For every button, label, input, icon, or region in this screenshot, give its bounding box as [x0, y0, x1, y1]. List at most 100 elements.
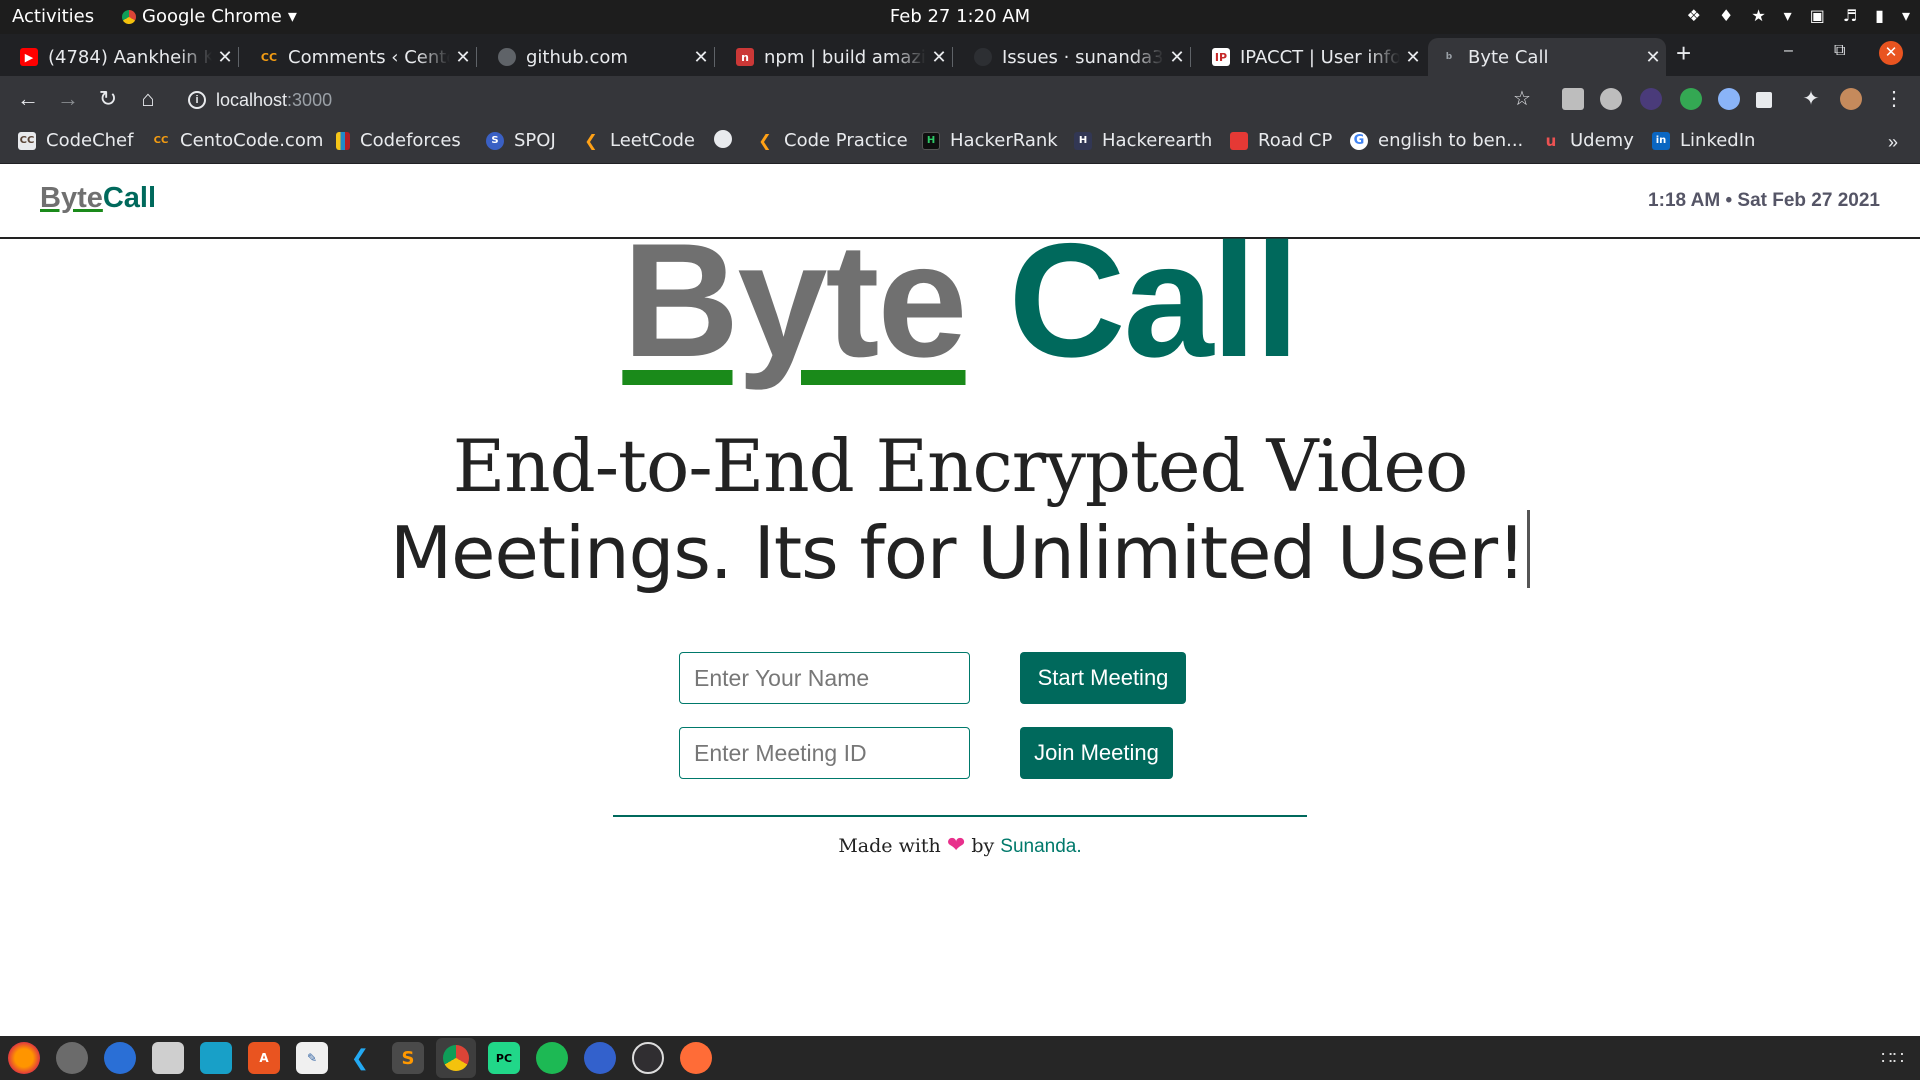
close-icon[interactable]: ✕ — [1164, 47, 1190, 68]
avatar[interactable] — [1840, 88, 1862, 110]
url-host: localhost — [216, 89, 288, 110]
thunderbird-icon[interactable] — [104, 1042, 136, 1074]
tab-centocode[interactable]: CC Comments ‹ Cento ✕ — [248, 38, 477, 76]
bookmark-road-cp[interactable]: Road CP — [1230, 130, 1332, 151]
meeting-id-input[interactable] — [679, 727, 970, 779]
close-icon[interactable]: ✕ — [688, 47, 714, 68]
battery-icon[interactable]: ▮ — [1875, 6, 1884, 25]
vscode-icon[interactable]: ❮ — [344, 1042, 376, 1074]
close-icon[interactable]: ✕ — [926, 47, 952, 68]
author-link[interactable]: Sunanda. — [1000, 836, 1081, 857]
timeshift-icon[interactable] — [56, 1042, 88, 1074]
lightning-extension-icon[interactable] — [1600, 88, 1622, 110]
tab-byte-call[interactable]: b Byte Call ✕ — [1428, 38, 1666, 76]
bookmark-hackerrank[interactable]: H HackerRank — [922, 130, 1058, 151]
close-icon[interactable]: ✕ — [212, 47, 238, 68]
youtube-icon: ▶ — [20, 48, 38, 66]
postman-icon[interactable] — [680, 1042, 712, 1074]
app-menu[interactable]: Google Chrome ▾ — [122, 6, 297, 27]
close-icon[interactable]: ✕ — [1400, 47, 1426, 68]
npm-icon: n — [736, 48, 754, 66]
pen-extension-icon[interactable] — [1756, 92, 1772, 108]
tab-youtube[interactable]: ▶ (4784) Aankhein K ✕ — [8, 38, 239, 76]
libreoffice-icon[interactable] — [200, 1042, 232, 1074]
join-meeting-button[interactable]: Join Meeting — [1020, 727, 1173, 779]
bookmark-label: Udemy — [1570, 130, 1634, 151]
bookmark-linkedin[interactable]: in LinkedIn — [1652, 130, 1755, 151]
simplenote-icon[interactable] — [584, 1042, 616, 1074]
bookmark-hackerearth[interactable]: H Hackerearth — [1074, 130, 1212, 151]
shield-icon[interactable]: ♦ — [1719, 6, 1733, 25]
more-menu-icon[interactable]: ⋮ — [1880, 86, 1908, 111]
files-icon[interactable] — [152, 1042, 184, 1074]
bookmark-label: english to ben... — [1378, 130, 1524, 151]
back-button[interactable]: ← — [14, 86, 42, 112]
close-icon[interactable]: ✕ — [450, 47, 476, 68]
system-tray[interactable]: ❖ ♦ ★ ▾ ▣ ♬ ▮ ▾ — [1687, 6, 1910, 25]
show-applications-icon[interactable]: ∷∷ — [1881, 1048, 1904, 1069]
site-logo[interactable]: ByteCall — [40, 182, 156, 215]
chrome-icon[interactable] — [436, 1038, 476, 1078]
bookmark-leetcode[interactable]: ❮ LeetCode — [582, 130, 695, 151]
privacy-extension-icon[interactable] — [1718, 88, 1740, 110]
bookmark-codechef[interactable]: CC CodeChef — [18, 130, 133, 151]
network-icon[interactable]: ▣ — [1810, 6, 1825, 25]
tab-title: Byte Call — [1468, 46, 1549, 68]
tab-github[interactable]: github.com ✕ — [486, 38, 715, 76]
start-meeting-button[interactable]: Start Meeting — [1020, 652, 1186, 704]
home-button[interactable]: ⌂ — [134, 86, 162, 112]
bookmark-label: LeetCode — [610, 130, 695, 151]
firefox-icon[interactable] — [8, 1042, 40, 1074]
bookmark-label: SPOJ — [514, 130, 556, 151]
activities-button[interactable]: Activities — [12, 6, 94, 27]
bookmark-codeforces[interactable]: Codeforces — [336, 130, 461, 151]
shield-extension-icon[interactable] — [1680, 88, 1702, 110]
tab-npm[interactable]: n npm | build amazin ✕ — [724, 38, 953, 76]
minimize-button[interactable]: – — [1784, 42, 1793, 60]
tagline-line-2: Meetings. Its for Unlimited User! — [0, 510, 1920, 589]
codechef-icon: CC — [18, 131, 36, 150]
tab-ipacct[interactable]: IP IPACCT | User info ✕ — [1200, 38, 1426, 76]
site-info-icon[interactable]: i — [188, 91, 206, 109]
dropbox-icon[interactable]: ❖ — [1687, 6, 1701, 25]
bookmarks-overflow-icon[interactable]: » — [1888, 132, 1898, 153]
text-editor-icon[interactable]: ✎ — [296, 1042, 328, 1074]
bookmark-spoj[interactable]: S SPOJ — [486, 130, 556, 151]
chevron-down-icon[interactable]: ▾ — [1784, 6, 1792, 25]
name-input[interactable] — [679, 652, 970, 704]
new-tab-button[interactable]: + — [1676, 38, 1691, 69]
mail-extension-icon[interactable] — [1562, 88, 1584, 110]
bookmark-globe[interactable] — [714, 130, 742, 148]
address-bar[interactable]: i localhost:3000 — [176, 82, 1576, 118]
chevron-down-icon[interactable]: ▾ — [1902, 6, 1910, 25]
bookmark-label: CodeChef — [46, 130, 134, 151]
close-icon[interactable]: ✕ — [1640, 47, 1666, 68]
bookmark-code-practice[interactable]: ❮ Code Practice — [756, 130, 907, 151]
extensions-puzzle-icon[interactable]: ✦ — [1797, 86, 1825, 111]
spotify-icon[interactable] — [536, 1042, 568, 1074]
volume-icon[interactable]: ♬ — [1843, 6, 1857, 25]
window-close-button[interactable]: ✕ — [1879, 41, 1903, 65]
globe-icon — [498, 48, 516, 66]
restore-button[interactable]: ⧉ — [1834, 42, 1845, 60]
bookmark-star-icon[interactable]: ☆ — [1508, 86, 1536, 111]
bookmark-udemy[interactable]: u Udemy — [1542, 130, 1634, 151]
bytecall-favicon-icon: b — [1445, 52, 1453, 62]
accessibility-icon[interactable]: ★ — [1751, 6, 1765, 25]
tab-github-issues[interactable]: Issues · sunanda35 ✕ — [962, 38, 1191, 76]
sublime-text-icon[interactable]: S — [392, 1042, 424, 1074]
k-extension-icon[interactable] — [1640, 88, 1662, 110]
obs-icon[interactable] — [632, 1042, 664, 1074]
bookmark-centocode[interactable]: CC CentoCode.com — [152, 130, 324, 151]
bookmark-english-to-bengali[interactable]: G english to ben... — [1350, 130, 1523, 151]
hackerrank-icon: H — [922, 131, 940, 150]
pycharm-icon[interactable]: PC — [488, 1042, 520, 1074]
reload-button[interactable]: ↻ — [94, 86, 122, 112]
bookmark-label: Codeforces — [360, 130, 461, 151]
linkedin-icon: in — [1652, 131, 1670, 150]
tab-title: IPACCT | User info — [1240, 46, 1400, 68]
software-center-icon[interactable]: A — [248, 1042, 280, 1074]
geeksforgeeks-icon: ❮ — [758, 131, 772, 150]
gnome-top-bar: Activities Google Chrome ▾ Feb 27 1:20 A… — [0, 0, 1920, 34]
forward-button[interactable]: → — [54, 86, 82, 112]
